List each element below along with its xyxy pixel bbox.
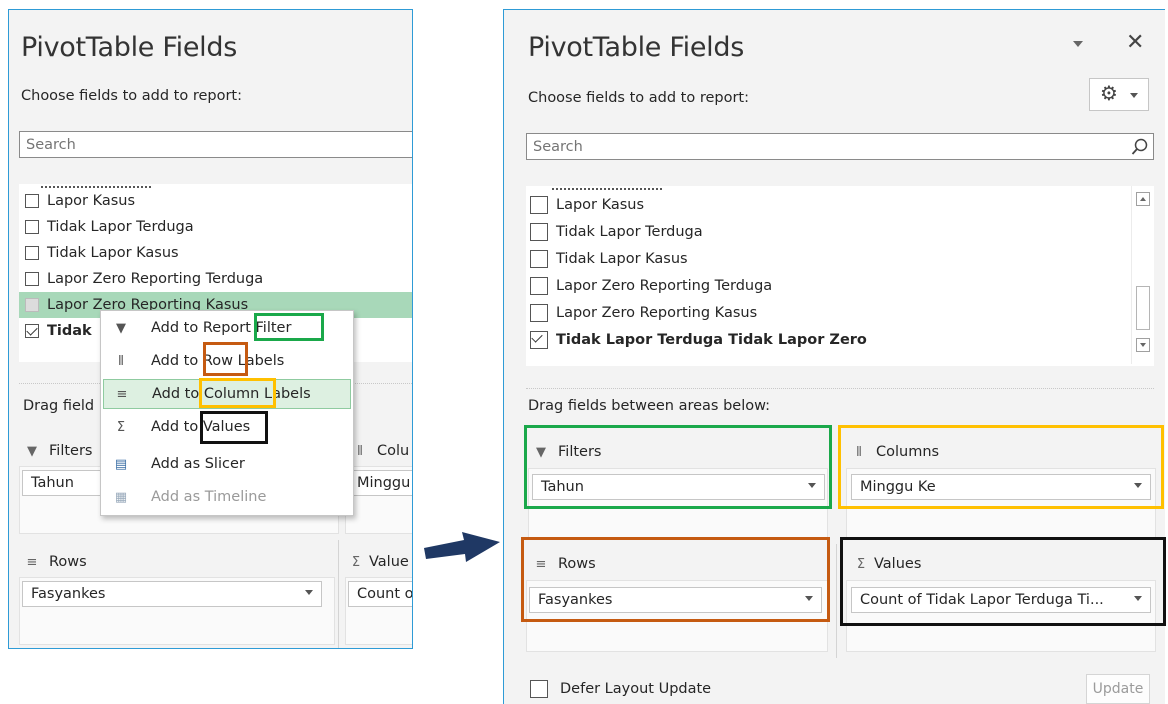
left-drag-label: Drag field [23, 398, 95, 414]
checkbox[interactable] [530, 277, 548, 295]
checkbox[interactable] [25, 246, 39, 260]
checkbox[interactable] [530, 196, 548, 214]
right-search-box[interactable] [526, 133, 1154, 160]
right-rows-field[interactable]: Fasyankes [529, 587, 822, 613]
right-panel-subtitle: Choose fields to add to report: [528, 90, 749, 106]
search-icon[interactable] [1131, 138, 1149, 156]
right-field-item[interactable]: Lapor Zero Reporting Kasus [526, 300, 1154, 326]
columns-icon: ⦀ [357, 443, 363, 459]
chevron-down-icon[interactable] [1134, 483, 1142, 488]
right-panel-title: PivotTable Fields [528, 32, 744, 63]
right-values-header: Σ Values [854, 556, 921, 572]
slicer-icon: ▤ [114, 456, 128, 472]
menu-item-add-to-report-filter[interactable]: ▼ Add to Report Filter [103, 313, 351, 343]
update-button[interactable]: Update [1086, 674, 1150, 704]
left-values-header: Σ Value [349, 554, 409, 570]
checkbox-checked[interactable] [25, 324, 39, 338]
left-field-item[interactable]: Tidak Lapor Terduga [19, 214, 412, 240]
chevron-down-icon[interactable] [1073, 41, 1083, 47]
left-panel-title: PivotTable Fields [21, 32, 237, 63]
settings-button[interactable]: ⚙ [1089, 78, 1149, 111]
menu-item-add-to-values[interactable]: Σ Add to Values [103, 412, 351, 442]
left-panel-subtitle: Choose fields to add to report: [21, 88, 242, 104]
checkbox[interactable] [530, 223, 548, 241]
menu-item-add-to-row-labels[interactable]: ⦀ Add to Row Labels [103, 346, 351, 376]
chevron-down-icon[interactable] [808, 483, 816, 488]
checkbox[interactable] [530, 304, 548, 322]
left-values-field[interactable]: Count o [348, 581, 412, 607]
right-columns-header: ⦀ Columns [852, 444, 939, 460]
right-filters-field[interactable]: Tahun [532, 474, 825, 500]
checkbox[interactable] [530, 250, 548, 268]
sigma-icon: Σ [351, 554, 361, 570]
left-search-box[interactable] [19, 131, 412, 158]
right-filters-header: ▼ Filters [536, 444, 602, 460]
context-menu: ▼ Add to Report Filter ⦀ Add to Row Labels… [100, 310, 354, 516]
checkbox[interactable] [25, 272, 39, 286]
right-field-item[interactable]: Tidak Lapor Terduga [526, 219, 1154, 245]
right-field-list: Lapor Kasus Tidak Lapor Terduga Tidak La… [526, 186, 1154, 366]
right-columns-field[interactable]: Minggu Ke [851, 474, 1151, 500]
menu-item-add-as-slicer[interactable]: ▤ Add as Slicer [103, 449, 351, 479]
rows-icon: ≡ [535, 556, 547, 572]
right-rows-header: ≡ Rows [535, 556, 596, 572]
rows-icon: ⦀ [118, 353, 124, 369]
left-field-item[interactable]: Tidak Lapor Kasus [19, 240, 412, 266]
chevron-down-icon[interactable] [1134, 596, 1142, 601]
right-pivot-panel: PivotTable Fields ✕ Choose fields to add… [503, 9, 1165, 704]
right-field-item[interactable]: Tidak Lapor Kasus [526, 246, 1154, 272]
left-columns-header: ⦀ Colu [353, 443, 409, 459]
left-filters-field[interactable]: Tahun [22, 470, 102, 496]
right-field-item[interactable]: Lapor Zero Reporting Terduga [526, 273, 1154, 299]
columns-icon: ≡ [116, 386, 128, 402]
close-icon[interactable]: ✕ [1126, 30, 1144, 55]
scrollbar[interactable] [1131, 186, 1154, 364]
arrow-right-icon [424, 532, 500, 562]
checkbox[interactable] [25, 194, 39, 208]
left-field-item[interactable]: Lapor Zero Reporting Terduga [19, 266, 412, 292]
scroll-down-button[interactable] [1136, 338, 1150, 352]
scroll-thumb[interactable] [1136, 286, 1150, 330]
menu-item-add-to-column-labels[interactable]: ≡ Add to Column Labels [103, 379, 351, 409]
gear-icon: ⚙ [1100, 81, 1118, 105]
checkbox[interactable] [530, 680, 548, 698]
timeline-icon: ▦ [114, 489, 128, 505]
filter-icon: ▼ [536, 444, 546, 460]
left-search-input[interactable] [20, 132, 412, 157]
right-values-field[interactable]: Count of Tidak Lapor Terduga Ti... [851, 587, 1151, 613]
checkbox[interactable] [25, 220, 39, 234]
chevron-down-icon[interactable] [305, 590, 313, 595]
chevron-down-icon [1130, 93, 1138, 98]
right-search-input[interactable] [527, 134, 1153, 159]
left-field-item[interactable]: Lapor Kasus [19, 188, 412, 214]
checkbox[interactable] [25, 298, 39, 312]
menu-item-add-as-timeline: ▦ Add as Timeline [114, 489, 267, 505]
chevron-down-icon[interactable] [805, 596, 813, 601]
defer-layout-update[interactable]: Defer Layout Update [530, 680, 711, 698]
left-filters-header: ▼ Filters [27, 443, 93, 459]
rows-icon: ≡ [26, 554, 38, 570]
right-field-item[interactable]: Lapor Kasus [526, 192, 1154, 218]
checkbox-checked[interactable] [530, 331, 548, 349]
left-rows-field[interactable]: Fasyankes [22, 581, 322, 607]
scroll-up-button[interactable] [1136, 192, 1150, 206]
filter-icon: ▼ [116, 320, 126, 336]
left-columns-field[interactable]: Minggu [348, 470, 412, 496]
right-field-item[interactable]: Tidak Lapor Terduga Tidak Lapor Zero [526, 327, 1154, 353]
filter-icon: ▼ [27, 443, 37, 459]
columns-icon: ⦀ [856, 444, 862, 460]
left-rows-header: ≡ Rows [26, 554, 87, 570]
right-drag-label: Drag fields between areas below: [528, 398, 771, 414]
sigma-icon: Σ [856, 556, 866, 572]
sigma-icon: Σ [116, 419, 126, 435]
